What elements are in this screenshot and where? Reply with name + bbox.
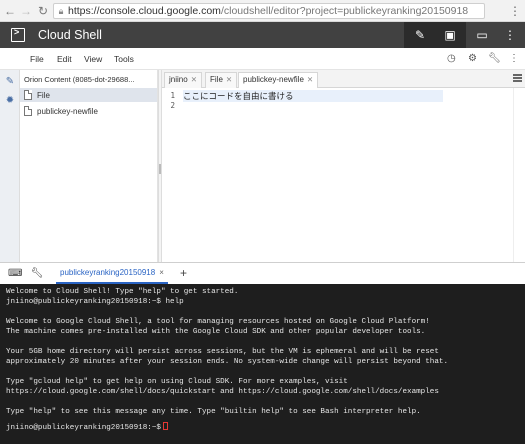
lock-icon: 🔒︎ — [58, 5, 64, 16]
terminal-line: approximately 20 minutes after your sess… — [6, 358, 449, 366]
cloud-shell-appbar: Cloud Shell ✎ ▣ ▭ ⋮ — [0, 22, 525, 48]
terminal-output[interactable]: Welcome to Cloud Shell! Type "help" to g… — [0, 284, 525, 444]
terminal-line: The machine comes pre-installed with the… — [6, 328, 426, 336]
tree-item-file[interactable]: File — [20, 88, 157, 102]
tree-root-label[interactable]: Orion Content (8085-dot-29688... — [24, 75, 156, 84]
more-icon[interactable]: ⋮ — [494, 22, 525, 48]
menu-file[interactable]: File — [30, 54, 44, 64]
file-icon — [24, 106, 32, 116]
file-tree: Orion Content (8085-dot-29688... File pu… — [20, 70, 158, 262]
browser-toolbar: ← → ↻ 🔒︎ https://console.cloud.google.co… — [0, 0, 525, 22]
url-path: /cloudshell/editor?project=publickeyrank… — [220, 5, 469, 17]
terminal-line: Type "gcloud help" to get help on using … — [6, 378, 348, 386]
browser-menu-icon[interactable]: ⋮ — [508, 0, 522, 22]
file-icon — [24, 90, 32, 100]
editor-overview-ruler — [513, 88, 525, 262]
code-editor[interactable]: 1 2 ここにコードを自由に書ける — [162, 88, 525, 262]
tab-jniino[interactable]: jniino ✕ — [164, 72, 202, 88]
overflow-menu-icon[interactable]: ⋮ — [509, 53, 519, 64]
close-icon[interactable]: × — [159, 268, 164, 277]
menu-edit[interactable]: Edit — [57, 54, 72, 64]
editor-tabs: jniino ✕ File ✕ publickey-newfile ✕ — [162, 70, 525, 89]
terminal-line: https://cloud.google.com/shell/docs/quic… — [6, 388, 439, 396]
add-terminal-tab-button[interactable]: + — [180, 266, 187, 280]
forward-arrow-icon[interactable]: → — [18, 0, 34, 22]
url-host: https://console.cloud.google.com — [68, 5, 221, 17]
menu-tools[interactable]: Tools — [114, 54, 134, 64]
terminal-prompt: jniino@publickeyranking20150918:~$ — [6, 424, 161, 432]
tab-label: jniino — [169, 75, 188, 84]
tab-label: File — [210, 75, 223, 84]
url-text: https://console.cloud.google.com/cloudsh… — [68, 5, 468, 17]
tab-label: publickey-newfile — [243, 75, 304, 84]
reload-icon[interactable]: ↻ — [35, 0, 51, 22]
terminal-cursor — [162, 422, 168, 430]
back-arrow-icon[interactable]: ← — [2, 0, 18, 22]
terminal-tab[interactable]: publickeyranking20150918 × — [56, 263, 168, 284]
address-bar[interactable]: 🔒︎ https://console.cloud.google.com/clou… — [53, 3, 485, 19]
line-gutter: 1 2 — [162, 88, 179, 262]
code-line[interactable]: ここにコードを自由に書ける — [183, 90, 443, 102]
tree-item-label: publickey-newfile — [37, 106, 98, 116]
bug-icon[interactable]: ✹ — [3, 95, 17, 109]
terminal-prompt-line[interactable]: jniino@publickeyranking20150918:~$ — [6, 422, 168, 432]
tab-file[interactable]: File ✕ — [205, 72, 238, 88]
wrench-icon[interactable]: 🔧︎ — [488, 53, 501, 64]
pencil-icon[interactable]: ✎ — [3, 76, 17, 90]
app-title: Cloud Shell — [38, 28, 102, 42]
tree-item-publickey-newfile[interactable]: publickey-newfile — [20, 104, 157, 118]
close-icon[interactable]: ✕ — [191, 75, 197, 84]
terminal-toolbar: ⌨ 🔧︎ publickeyranking20150918 × + — [0, 262, 525, 284]
terminal-line: Type "help" to see this message any time… — [6, 408, 421, 416]
cloud-shell-logo-icon — [11, 27, 25, 42]
line-number: 1 — [170, 91, 175, 100]
terminal-line: Your 5GB home directory will persist acr… — [6, 348, 439, 356]
settings-gear-icon[interactable]: ⚙ — [468, 53, 477, 64]
line-number: 2 — [170, 101, 175, 110]
edit-icon[interactable]: ✎ — [404, 22, 436, 48]
tree-item-label: File — [37, 90, 50, 100]
wrench-icon[interactable]: 🔧︎ — [30, 267, 44, 281]
editor-menubar: File Edit View Tools ◷ ⚙ 🔧︎ ⋮ — [0, 48, 525, 70]
terminal-line: jniino@publickeyranking20150918:~$ help — [6, 298, 184, 306]
keyboard-icon[interactable]: ⌨ — [8, 267, 22, 281]
terminal-icon[interactable]: ▣ — [434, 22, 466, 48]
terminal-line: Welcome to Google Cloud Shell, a tool fo… — [6, 318, 430, 326]
menu-view[interactable]: View — [84, 54, 102, 64]
close-icon[interactable]: ✕ — [226, 75, 232, 84]
tab-publickey-newfile[interactable]: publickey-newfile ✕ — [238, 72, 319, 89]
editor-list-icon[interactable] — [513, 74, 522, 82]
editor-side-rail: ✎ ✹ — [0, 70, 20, 262]
terminal-tab-label: publickeyranking20150918 — [60, 268, 156, 277]
close-icon[interactable]: ✕ — [307, 75, 313, 84]
clock-icon[interactable]: ◷ — [447, 53, 456, 64]
terminal-line: Welcome to Cloud Shell! Type "help" to g… — [6, 288, 239, 296]
